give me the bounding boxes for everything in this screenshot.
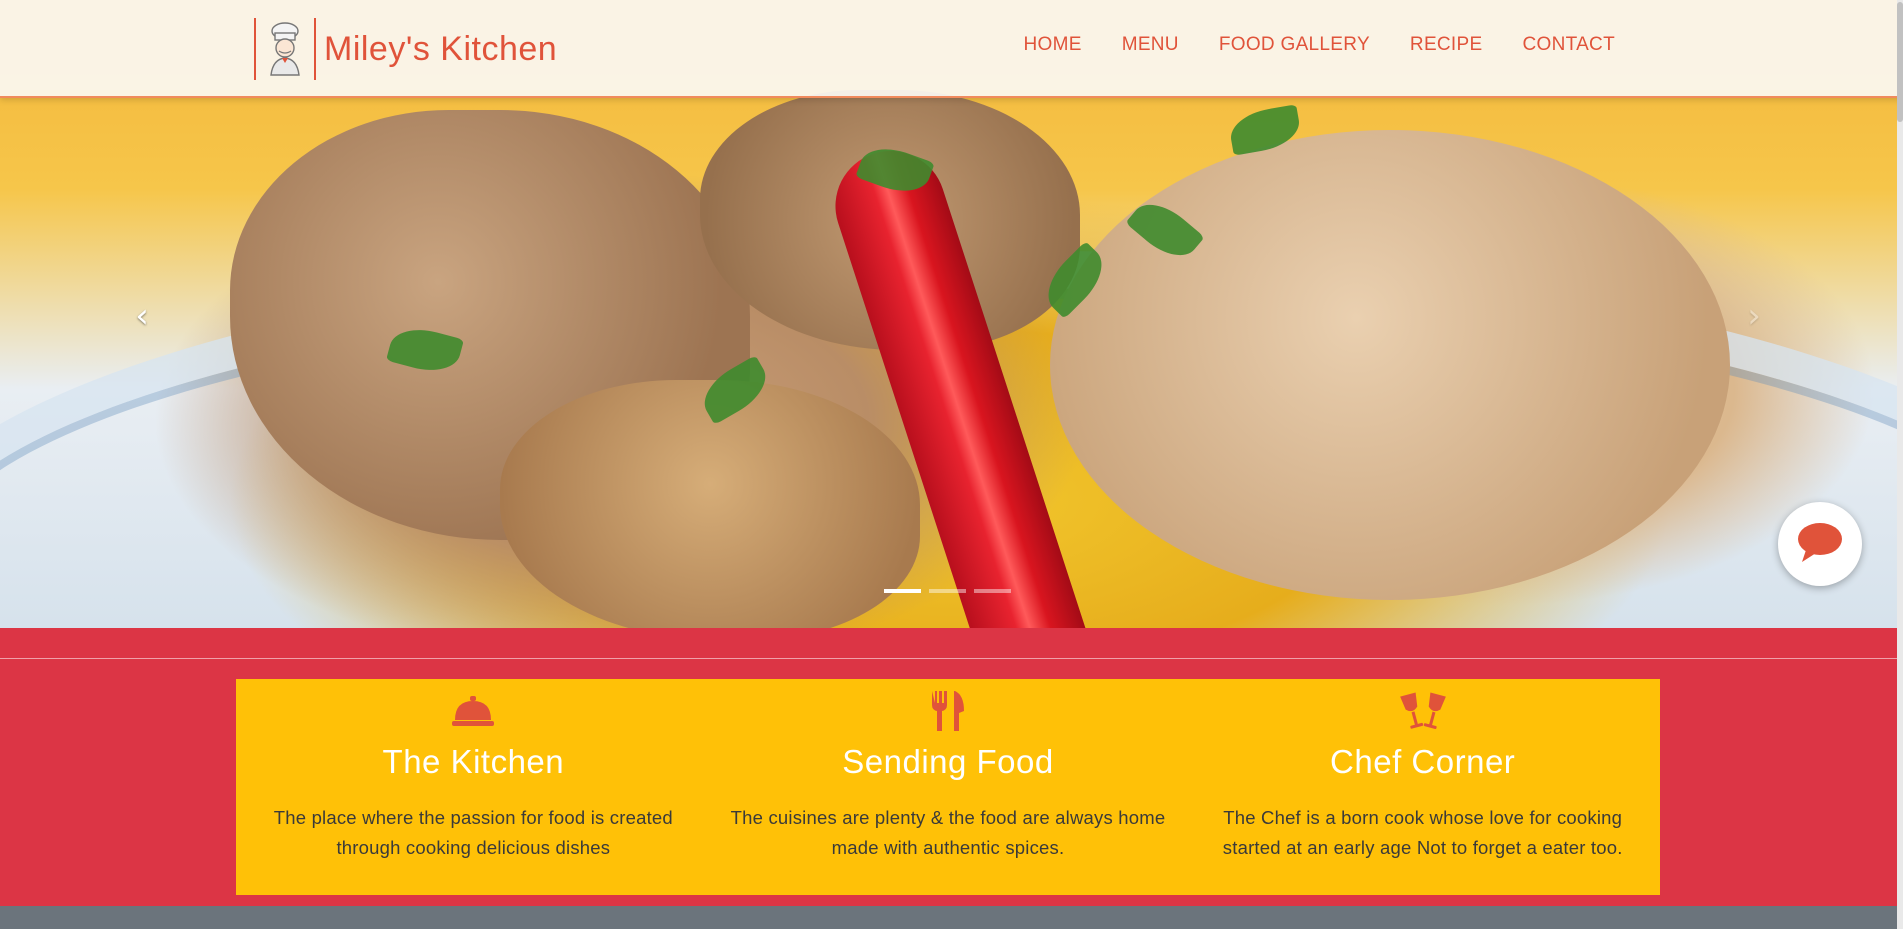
- carousel-indicator[interactable]: [929, 589, 966, 593]
- cloche-icon: [451, 689, 495, 733]
- carousel-prev-button[interactable]: ‹: [122, 296, 162, 336]
- navbar: Miley's Kitchen HOME MENU FOOD GALLERY R…: [0, 0, 1903, 98]
- nav-item-recipe[interactable]: RECIPE: [1410, 34, 1483, 56]
- food-image-part: [1050, 130, 1730, 600]
- feature-kitchen: The Kitchen The place where the passion …: [236, 679, 711, 895]
- footer-strip: [0, 906, 1903, 929]
- carousel-indicator[interactable]: [884, 589, 921, 593]
- chevron-right-icon: ›: [1747, 296, 1761, 336]
- feature-sending-food: Sending Food The cuisines are plenty & t…: [711, 679, 1186, 895]
- chat-bubble-icon: [1796, 520, 1844, 568]
- brand-name: Miley's Kitchen: [324, 29, 558, 68]
- chevron-left-icon: ‹: [135, 296, 149, 336]
- utensils-icon: [929, 689, 967, 733]
- feature-title: Chef Corner: [1330, 743, 1516, 780]
- feature-title: The Kitchen: [382, 743, 565, 780]
- carousel-indicators: [884, 589, 1011, 593]
- brand-link[interactable]: Miley's Kitchen: [254, 17, 557, 81]
- nav-item-contact[interactable]: CONTACT: [1522, 34, 1615, 56]
- feature-text: The place where the passion for food is …: [273, 807, 673, 858]
- carousel-next-button[interactable]: ›: [1734, 296, 1774, 336]
- scrollbar-thumb[interactable]: [1897, 2, 1903, 122]
- nav-item-food-gallery[interactable]: FOOD GALLERY: [1219, 34, 1370, 56]
- page-scrollbar[interactable]: [1897, 0, 1903, 929]
- chef-icon: [254, 18, 316, 80]
- main-nav: HOME MENU FOOD GALLERY RECIPE CONTACT: [1023, 34, 1615, 56]
- nav-item-home[interactable]: HOME: [1023, 34, 1081, 56]
- feature-text: The Chef is a born cook whose love for c…: [1222, 807, 1623, 858]
- feature-title: Sending Food: [842, 743, 1054, 780]
- chat-button[interactable]: [1778, 502, 1862, 586]
- features-panel: The Kitchen The place where the passion …: [236, 679, 1660, 895]
- glasses-cheers-icon: [1398, 689, 1448, 733]
- carousel-indicator[interactable]: [974, 589, 1011, 593]
- feature-chef-corner: Chef Corner The Chef is a born cook whos…: [1185, 679, 1660, 895]
- divider: [0, 658, 1897, 659]
- nav-item-menu[interactable]: MENU: [1122, 34, 1179, 56]
- feature-text: The cuisines are plenty & the food are a…: [730, 807, 1166, 858]
